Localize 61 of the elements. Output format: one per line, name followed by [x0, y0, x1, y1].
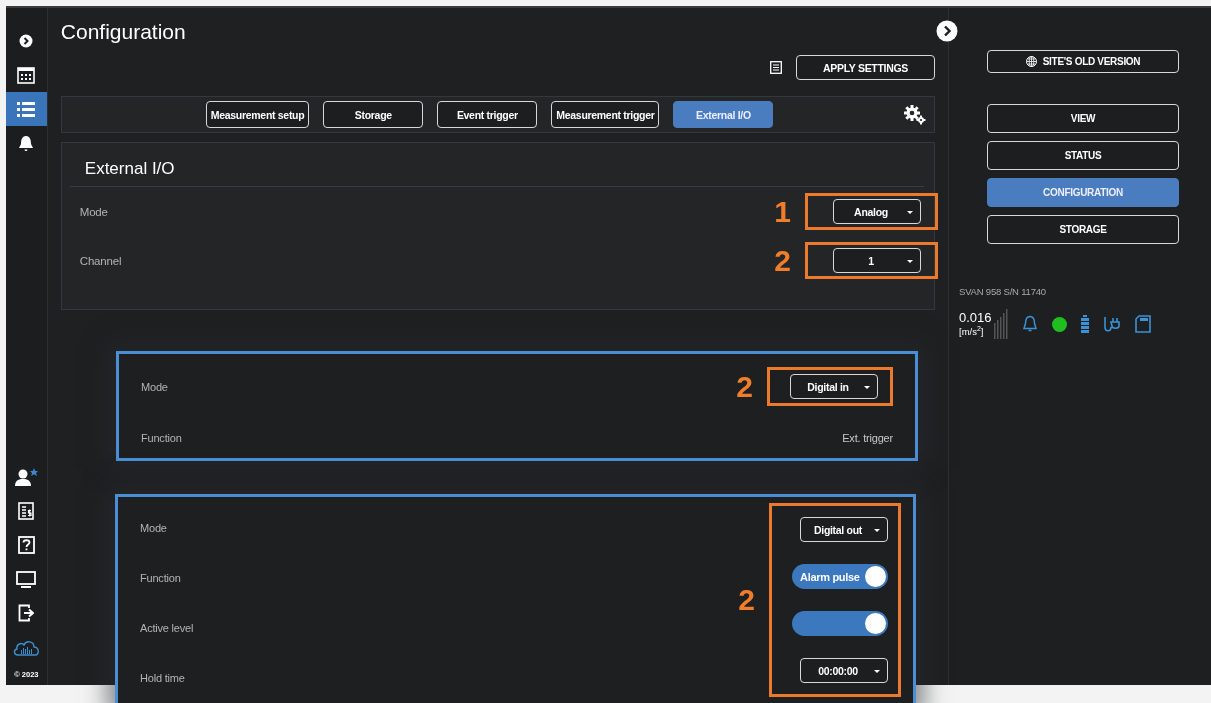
status-dot — [1051, 316, 1067, 332]
bell-icon — [18, 134, 35, 152]
help-icon[interactable] — [17, 536, 35, 554]
dropdown[interactable]: Digital in — [790, 374, 878, 399]
section-title: External I/O — [69, 143, 924, 187]
caret-icon — [907, 260, 913, 263]
calendar-icon — [17, 66, 36, 84]
callout-number: 1 — [774, 196, 791, 227]
dropdown[interactable]: Digital out — [800, 517, 888, 542]
cloud-logo-icon[interactable] — [12, 638, 40, 656]
reading-value: 0.016 — [959, 311, 992, 325]
level-bars-icon — [993, 309, 1008, 339]
site-old-version-button[interactable]: SITE'S OLD VERSION — [987, 50, 1179, 73]
field-label: Active level — [140, 621, 194, 636]
list-icon — [17, 100, 36, 118]
field-label: Mode — [140, 521, 168, 536]
invoice-icon[interactable] — [18, 502, 35, 520]
callout-number: 2 — [774, 245, 791, 276]
callout-number: 2 — [738, 585, 755, 615]
reading-unit: [m/s$^{2}$] — [959, 324, 985, 337]
field-label: Function — [140, 571, 182, 586]
battery-icon — [1080, 315, 1089, 333]
toggle-switch[interactable]: Alarm pulse — [792, 564, 888, 589]
expand-panel-icon[interactable] — [936, 20, 958, 42]
caret-icon — [874, 529, 880, 532]
dropdown[interactable]: 00:00:00 — [800, 658, 888, 683]
caret-icon — [907, 211, 913, 214]
device-name: SVAN 958 S/N 11740 — [959, 286, 1047, 297]
function-value: Ext. trigger — [842, 431, 893, 444]
page-title: Configuration — [60, 19, 187, 44]
exit-icon[interactable] — [18, 604, 35, 622]
globe-icon — [1025, 56, 1037, 67]
callout-number: 2 — [736, 371, 753, 402]
field-label: Hold time — [140, 671, 186, 686]
plug-icon — [1102, 315, 1121, 333]
memory-card-icon — [1134, 315, 1151, 333]
dropdown[interactable]: 1 — [833, 248, 921, 273]
field-label: Channel — [79, 254, 122, 267]
tab[interactable]: Event trigger — [437, 101, 538, 128]
tab[interactable]: Measurement trigger — [551, 101, 660, 128]
nav-button[interactable]: VIEW — [987, 104, 1179, 133]
apply-settings-button[interactable]: APPLY SETTINGS — [796, 55, 935, 80]
monitor-icon[interactable] — [16, 570, 37, 588]
tab[interactable]: External I/O — [673, 101, 774, 128]
toggle-switch[interactable] — [792, 611, 888, 636]
caret-icon — [864, 386, 870, 389]
nav-button[interactable]: STORAGE — [987, 215, 1179, 244]
field-label: Mode — [141, 380, 168, 393]
nav-button[interactable]: STATUS — [987, 141, 1179, 170]
settings-icon[interactable] — [904, 104, 926, 125]
field-label: Mode — [79, 205, 108, 218]
nav-button[interactable]: CONFIGURATION — [987, 178, 1179, 207]
bell-icon — [1021, 315, 1038, 333]
user-icon[interactable] — [14, 468, 38, 486]
document-icon[interactable] — [770, 61, 782, 74]
caret-icon — [874, 670, 880, 673]
dropdown[interactable]: Analog — [833, 199, 921, 224]
tab[interactable]: Measurement setup — [205, 101, 310, 128]
tab[interactable]: Storage — [323, 101, 424, 128]
expand-icon — [19, 34, 34, 48]
field-label: Function — [141, 431, 182, 444]
